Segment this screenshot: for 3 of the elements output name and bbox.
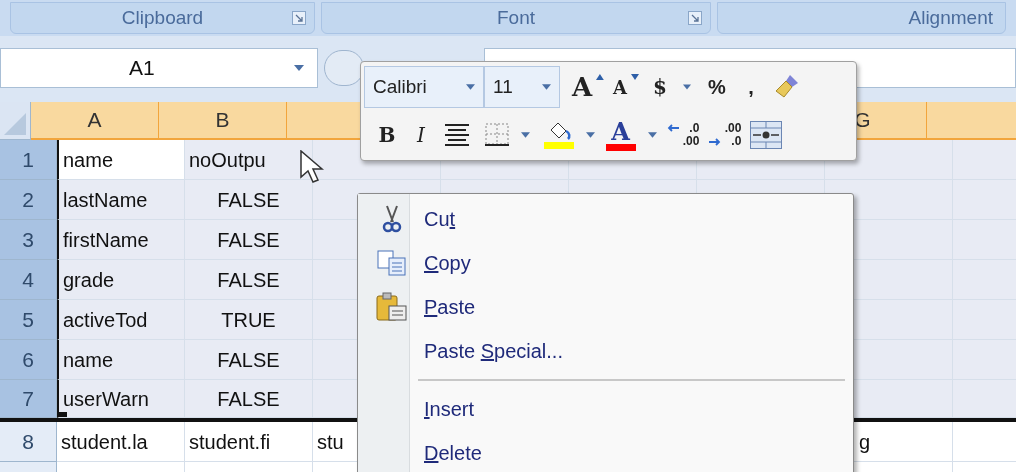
ribbon-group-label: Font xyxy=(497,5,535,30)
ribbon-group-label: Alignment xyxy=(908,5,993,30)
ribbon-group-label: Clipboard xyxy=(121,5,204,30)
